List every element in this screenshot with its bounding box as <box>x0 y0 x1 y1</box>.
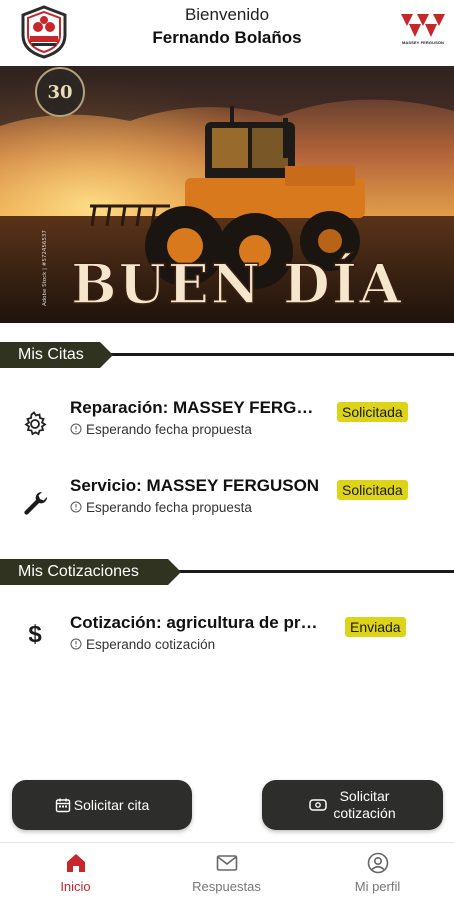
cotizacion-item[interactable]: $ Cotización: agricultura de precisión E… <box>0 612 454 674</box>
cita-item[interactable]: Reparación: MASSEY FERGUSON Esperando fe… <box>0 397 454 459</box>
cita-status: Esperando fecha propuesta <box>70 499 252 517</box>
welcome-text: Bienvenido <box>184 5 270 24</box>
solicitar-cotizacion-line1: Solicitar <box>339 788 390 804</box>
cotizacion-title: Cotización: agricultura de precisión <box>70 613 320 632</box>
gear-icon <box>24 411 47 436</box>
user-circle-icon <box>367 852 388 874</box>
solicitar-cotizacion-line2: cotización <box>333 805 396 821</box>
cotizacion-status: Esperando cotización <box>70 636 215 654</box>
dollar-icon: $ <box>28 621 42 648</box>
solicitar-cita-label: Solicitar cita <box>73 796 150 813</box>
anniversary-badge: 30 <box>47 82 72 103</box>
section-mis-citas: Mis Citas <box>0 342 454 368</box>
section-mis-cotizaciones: Mis Cotizaciones <box>0 559 454 585</box>
solicitar-cotizacion-label: Solicitar cotización <box>333 788 395 822</box>
cita-item[interactable]: Servicio: MASSEY FERGUSON Esperando fech… <box>0 475 454 537</box>
bottom-navigation: Inicio Respuestas Mi perfil <box>0 842 454 900</box>
section-title-cotizaciones: Mis Cotizaciones <box>0 559 181 585</box>
cita-status-text: Esperando fecha propuesta <box>86 422 252 437</box>
money-icon <box>309 799 328 811</box>
welcome-block: Bienvenido Fernando Bolaños <box>0 5 454 49</box>
status-badge: Solicitada <box>337 402 408 422</box>
cita-status-text: Esperando fecha propuesta <box>86 500 252 515</box>
massey-ferguson-logo: MASSEY FERGUSON <box>396 10 450 50</box>
nav-inicio-label: Inicio <box>60 879 91 894</box>
home-icon <box>66 854 85 872</box>
cita-title: Servicio: MASSEY FERGUSON <box>70 476 320 495</box>
cita-title: Reparación: MASSEY FERGUSON <box>70 398 320 417</box>
cita-status: Esperando fecha propuesta <box>70 421 252 439</box>
brand-text: MASSEY FERGUSON <box>401 40 445 45</box>
clock-icon <box>70 638 82 650</box>
user-name: Fernando Bolaños <box>152 28 302 47</box>
solicitar-cita-button[interactable]: Solicitar cita <box>12 780 192 830</box>
status-badge: Enviada <box>345 617 406 637</box>
nav-respuestas-label: Respuestas <box>192 879 261 894</box>
status-badge: Solicitada <box>337 480 408 500</box>
app-header: Bienvenido Fernando Bolaños MASSEY FERGU… <box>0 0 454 66</box>
promo-banner: 30 Adobe Stock | #572456537 BUEN DÍA <box>0 66 454 323</box>
clock-icon <box>70 423 82 435</box>
solicitar-cotizacion-button[interactable]: Solicitar cotización <box>262 780 443 830</box>
nav-inicio[interactable]: Inicio <box>0 851 151 894</box>
nav-mi-perfil-label: Mi perfil <box>354 879 401 894</box>
nav-respuestas[interactable]: Respuestas <box>151 851 302 894</box>
banner-headline: BUEN DÍA <box>71 252 403 316</box>
mail-icon <box>216 855 237 871</box>
section-title-citas: Mis Citas <box>0 342 113 368</box>
nav-mi-perfil[interactable]: Mi perfil <box>302 851 453 894</box>
clock-icon <box>70 501 82 513</box>
cotizacion-status-text: Esperando cotización <box>86 637 216 652</box>
photo-credit: Adobe Stock | #572456537 <box>42 230 48 306</box>
wrench-icon <box>24 491 48 515</box>
calendar-icon <box>55 798 70 813</box>
